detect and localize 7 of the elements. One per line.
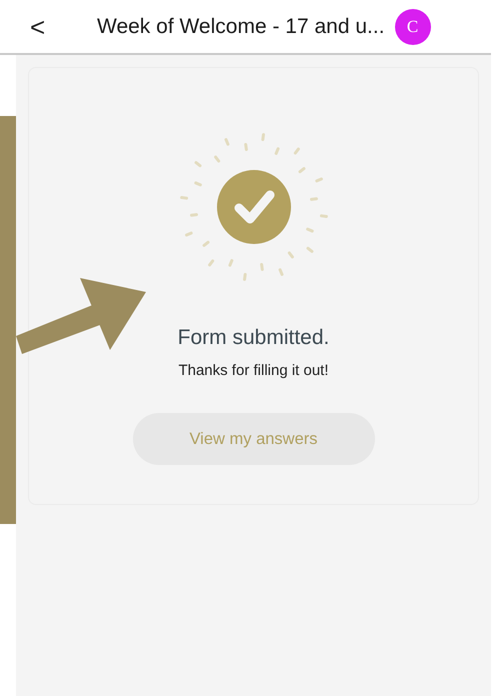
view-answers-button[interactable]: View my answers	[132, 413, 374, 465]
back-button[interactable]: <	[30, 14, 70, 40]
page-title: Week of Welcome - 17 and u...	[97, 14, 385, 38]
success-message: Thanks for filling it out!	[178, 362, 329, 379]
success-heading: Form submitted.	[178, 326, 330, 350]
avatar[interactable]: C	[394, 8, 431, 44]
check-burst-icon	[178, 132, 328, 282]
